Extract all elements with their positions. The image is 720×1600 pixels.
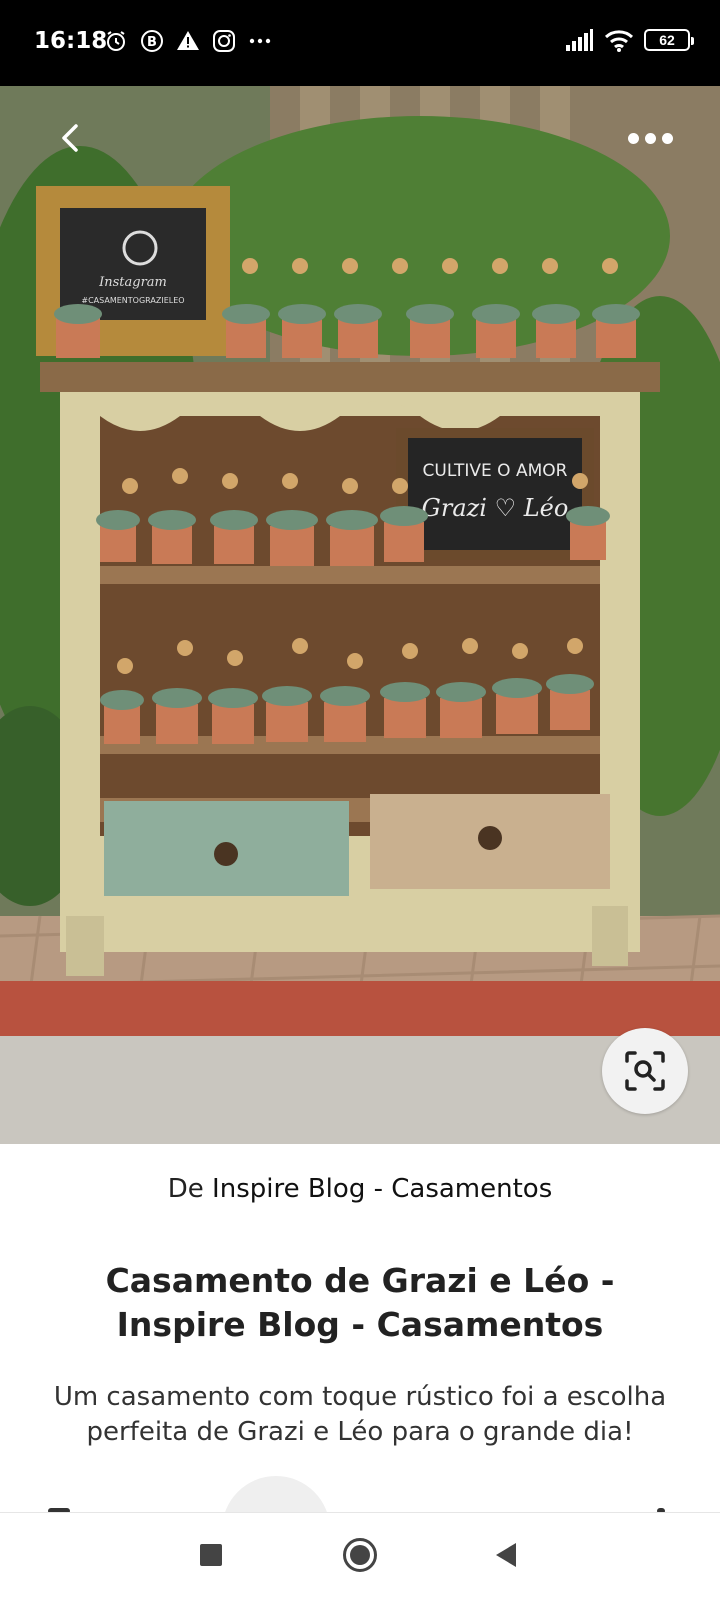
alarm-icon [104,29,128,53]
b-badge-icon: B [140,29,164,53]
notification-icons: B [104,29,272,53]
more-options-button[interactable] [620,118,680,158]
frame-sign-script: Instagram [98,275,167,290]
frame-sign-text: #CASAMENTOGRAZIELEO [81,296,184,305]
chalk-sign-line1: CULTIVE O AMOR [423,461,568,481]
battery-icon: 62 [644,29,694,51]
pin-source[interactable]: De Inspire Blog - Casamentos [0,1174,720,1204]
pin-title: Casamento de Grazi e Léo - Inspire Blog … [105,1261,615,1344]
more-dots-icon [248,29,272,53]
source-name[interactable]: Inspire Blog - Casamentos [212,1174,552,1204]
more-dot-icon [644,132,656,144]
more-dot-icon [661,132,673,144]
pin-image[interactable]: Instagram #CASAMENTOGRAZIELEO CULTIVE O … [0,86,720,1144]
visual-search-icon [625,1051,665,1091]
wifi-icon [604,30,634,52]
system-back-button[interactable] [496,1543,516,1567]
source-prefix: De [167,1174,204,1204]
status-time: 16:18 [34,28,108,54]
status-bar: 16:18 B 62 [0,0,720,86]
system-icons: 62 [564,28,694,52]
more-dot-icon [627,132,639,144]
pin-description: Um casamento com toque rústico foi a esc… [53,1382,667,1447]
recents-button[interactable] [200,1544,222,1566]
home-button[interactable] [343,1538,377,1572]
warning-icon [176,29,200,53]
home-icon [350,1545,370,1565]
visual-search-button[interactable] [602,1028,688,1114]
instagram-icon [212,29,236,53]
chevron-left-icon [62,124,78,152]
chalk-sign-line2: Grazi ♡ Léo [422,494,569,522]
signal-icon [566,29,593,51]
svg-text:B: B [147,35,157,50]
system-nav-bar [0,1512,720,1600]
back-button[interactable] [48,116,92,160]
